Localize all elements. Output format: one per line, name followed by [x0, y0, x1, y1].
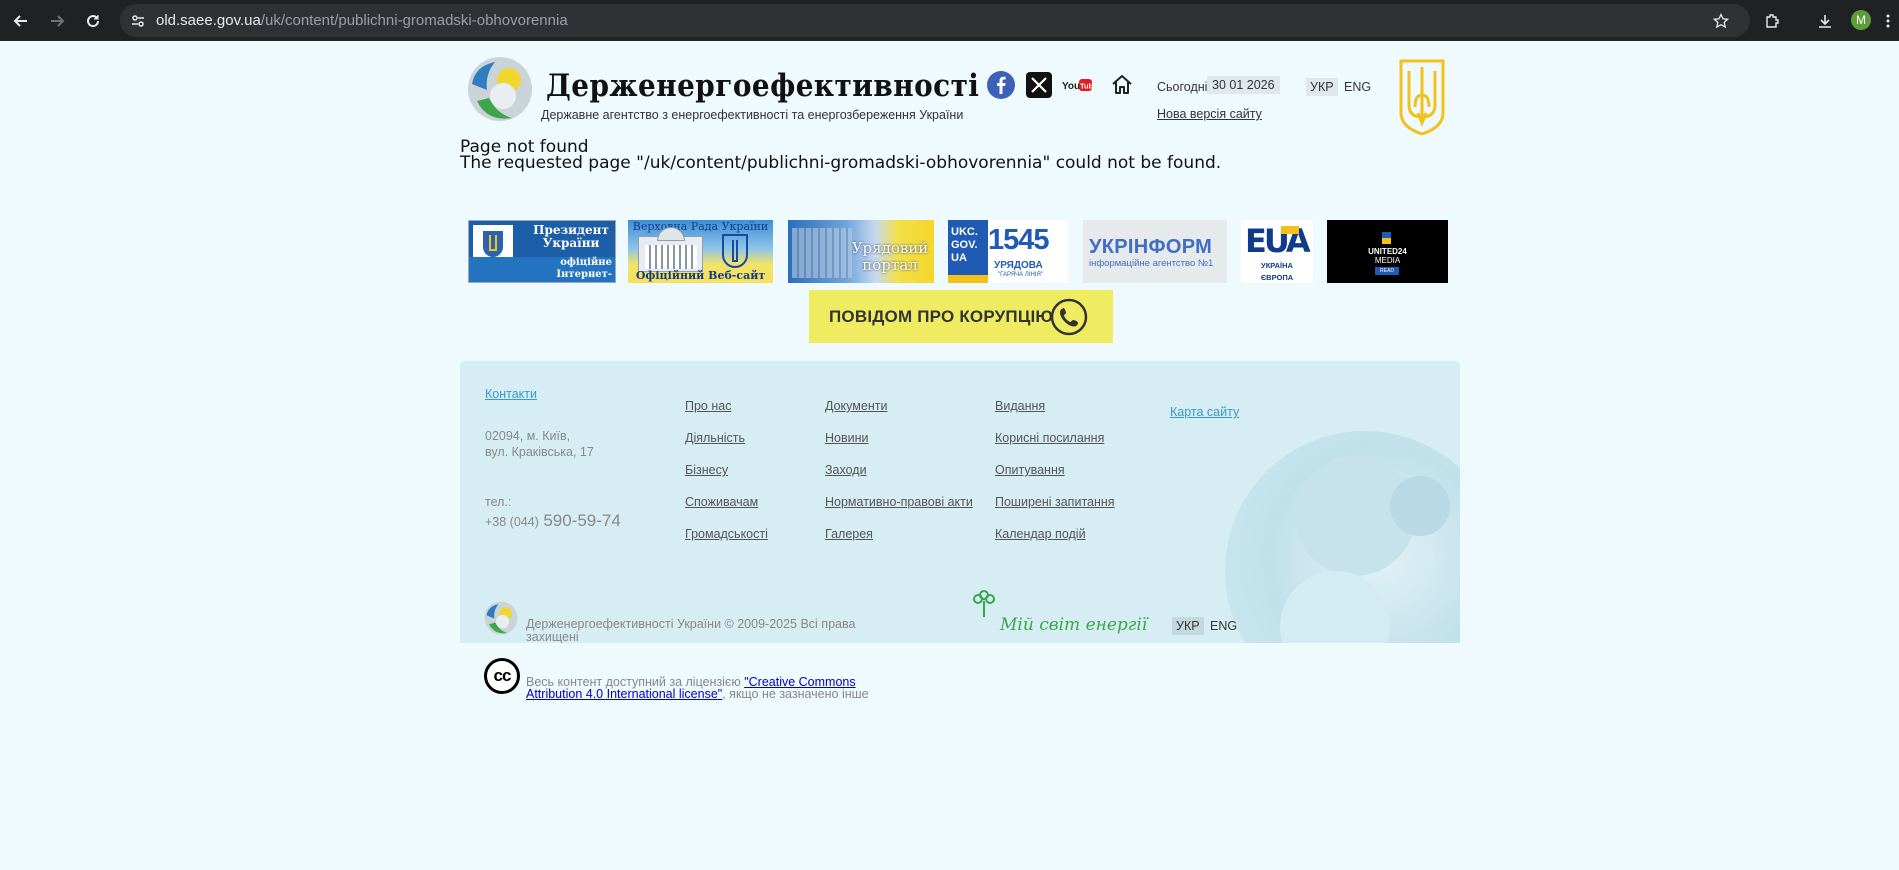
error-message: The requested page "/uk/content/publichn…: [460, 153, 1222, 173]
footer-link-useful-links[interactable]: Корисні посилання: [995, 431, 1104, 445]
footer-link-documents[interactable]: Документи: [825, 399, 887, 413]
cc-license-link-line2[interactable]: Attribution 4.0 International license": [526, 687, 722, 701]
site-footer: Контакти 02094, м. Київ, вул. Краківська…: [460, 361, 1460, 643]
ukc-number: 1545: [988, 224, 1050, 256]
parliament-building-icon: [638, 227, 703, 272]
footer-col3: Видання Корисні посилання Опитування Пош…: [995, 390, 1115, 550]
svg-text:Tube: Tube: [1080, 82, 1092, 91]
footer-link-consumers[interactable]: Споживачам: [685, 495, 758, 509]
new-version-link[interactable]: Нова версія сайту: [1157, 107, 1262, 121]
ukrinform-sub: інформаційне агентство №1: [1089, 258, 1214, 269]
back-icon[interactable]: [8, 8, 34, 34]
address-bar[interactable]: old.saee.gov.ua/uk/content/publichni-gro…: [120, 4, 1750, 37]
url-text: old.saee.gov.ua/uk/content/publichni-gro…: [156, 12, 568, 29]
phone-label: тел.:: [485, 495, 512, 509]
ukc-sub2: "ГАРЯЧА ЛІНІЯ": [998, 272, 1043, 278]
footer-decor-sphere: [1225, 431, 1460, 643]
rada-bottom-text: Офіційний Веб-сайт: [635, 269, 766, 282]
ukrinform-title: УКРІНФОРМ: [1089, 236, 1213, 258]
footer-link-legal-acts[interactable]: Нормативно-правові акти: [825, 495, 973, 509]
facebook-icon[interactable]: [986, 70, 1016, 100]
flower-icon: [967, 587, 1001, 622]
footer-copyright: Держенергоефективності України © 2009-20…: [526, 617, 856, 644]
footer-lang-ukr[interactable]: УКР: [1172, 617, 1204, 635]
bookmark-star-icon[interactable]: [1708, 8, 1734, 34]
president-line2: України: [542, 236, 600, 250]
footer-col1: Про нас Діяльність Бізнесу Споживачам Гр…: [685, 390, 768, 550]
creative-commons-icon[interactable]: cc: [484, 658, 520, 694]
united24-line1: UNITED24: [1368, 247, 1407, 256]
ukc-sub: УРЯДОВА: [994, 260, 1043, 271]
report-corruption-label: ПОВІДОМ ПРО КОРУПЦІЮ: [829, 306, 1054, 326]
my-world-of-energy-logo[interactable]: Мій світ енергії: [1000, 615, 1147, 635]
banner-verkhovna-rada[interactable]: Верховна Рада України Офіційний Веб-сайт: [628, 220, 773, 283]
trident-coat-of-arms-icon: [1397, 55, 1447, 136]
footer-link-about[interactable]: Про нас: [685, 399, 731, 413]
site-title[interactable]: Держенергоефективності: [546, 68, 979, 104]
banner-united24-media[interactable]: UNITED24 MEDIA READ: [1327, 220, 1448, 283]
current-date: 30 01 2026: [1207, 76, 1280, 94]
ukc-line2: GOV.: [951, 239, 978, 251]
footer-link-events[interactable]: Заходи: [825, 463, 867, 477]
united24-line2: MEDIA: [1374, 256, 1401, 265]
lang-ukr[interactable]: УКР: [1306, 78, 1338, 96]
gov-line2: портал: [862, 256, 918, 274]
menu-kebab-icon[interactable]: [1880, 8, 1896, 34]
footer-link-news[interactable]: Новини: [825, 431, 869, 445]
footer-col2: Документи Новини Заходи Нормативно-право…: [825, 390, 973, 550]
president-line4: Інтернет-представництво: [517, 269, 612, 282]
reload-icon[interactable]: [80, 8, 106, 34]
banner-eu-ukraine[interactable]: EUA УКРАЇНА ЄВРОПА: [1241, 220, 1313, 283]
agency-logo-icon[interactable]: [467, 56, 533, 122]
extensions-icon[interactable]: [1759, 8, 1785, 34]
today-label: Сьогодні: [1157, 80, 1208, 94]
download-icon[interactable]: [1812, 8, 1838, 34]
browser-toolbar: old.saee.gov.ua/uk/content/publichni-gro…: [0, 0, 1899, 41]
site-subtitle: Державне агентство з енергоефективності …: [541, 108, 964, 122]
banner-government-portal[interactable]: Урядовий портал: [788, 220, 934, 283]
footer-link-business[interactable]: Бізнесу: [685, 463, 728, 477]
home-icon[interactable]: [1108, 70, 1136, 100]
banner-ukrinform[interactable]: УКРІНФОРМ інформаційне агентство №1: [1083, 220, 1227, 283]
united24-read-button: READ: [1375, 267, 1399, 275]
footer-logo-icon: [484, 601, 518, 635]
ukc-line3: UA: [951, 252, 967, 264]
profile-avatar[interactable]: M: [1851, 10, 1871, 30]
ukraine-flag-icon: [1382, 232, 1391, 244]
eu-line2: ЄВРОПА: [1260, 273, 1294, 282]
svg-text:You: You: [1062, 81, 1080, 92]
footer-link-activity[interactable]: Діяльність: [685, 431, 745, 445]
sitemap-link[interactable]: Карта сайту: [1170, 405, 1239, 419]
footer-address: 02094, м. Київ, вул. Краківська, 17: [485, 429, 594, 459]
footer-link-faq[interactable]: Поширені запитання: [995, 495, 1115, 509]
footer-lang-eng[interactable]: ENG: [1206, 617, 1241, 635]
ukc-line1: UKC.: [951, 226, 978, 238]
lang-eng[interactable]: ENG: [1340, 78, 1375, 96]
banner-president[interactable]: Президент України офіційне Інтернет-пред…: [468, 220, 616, 283]
footer-link-calendar[interactable]: Календар подій: [995, 527, 1086, 541]
rada-trident-icon: [722, 234, 748, 268]
footer-link-publications[interactable]: Видання: [995, 399, 1045, 413]
gov-line1: Урядовий: [851, 239, 929, 257]
footer-link-public[interactable]: Громадськості: [685, 527, 768, 541]
rada-top-text: Верховна Рада України: [632, 220, 769, 233]
contacts-link[interactable]: Контакти: [485, 387, 537, 401]
footer-link-polls[interactable]: Опитування: [995, 463, 1065, 477]
footer-link-gallery[interactable]: Галерея: [825, 527, 873, 541]
banner-ukc-1545[interactable]: UKC. GOV. UA 1545 УРЯДОВА "ГАРЯЧА ЛІНІЯ": [948, 220, 1068, 283]
phone-icon: [1050, 298, 1088, 341]
eu-line1: УКРАЇНА: [1261, 261, 1293, 270]
license-notice: Весь контент доступний за ліцензією "Cre…: [526, 675, 869, 701]
president-line3: офіційне: [560, 257, 612, 268]
youtube-icon[interactable]: YouTube: [1061, 70, 1093, 100]
x-twitter-icon[interactable]: [1025, 70, 1053, 100]
forward-icon[interactable]: [44, 8, 70, 34]
footer-phone: +38 (044) 590-59-74: [485, 511, 621, 530]
site-info-icon[interactable]: [130, 13, 146, 34]
report-corruption-banner[interactable]: ПОВІДОМ ПРО КОРУПЦІЮ: [809, 290, 1113, 343]
government-building-icon: [792, 228, 852, 278]
